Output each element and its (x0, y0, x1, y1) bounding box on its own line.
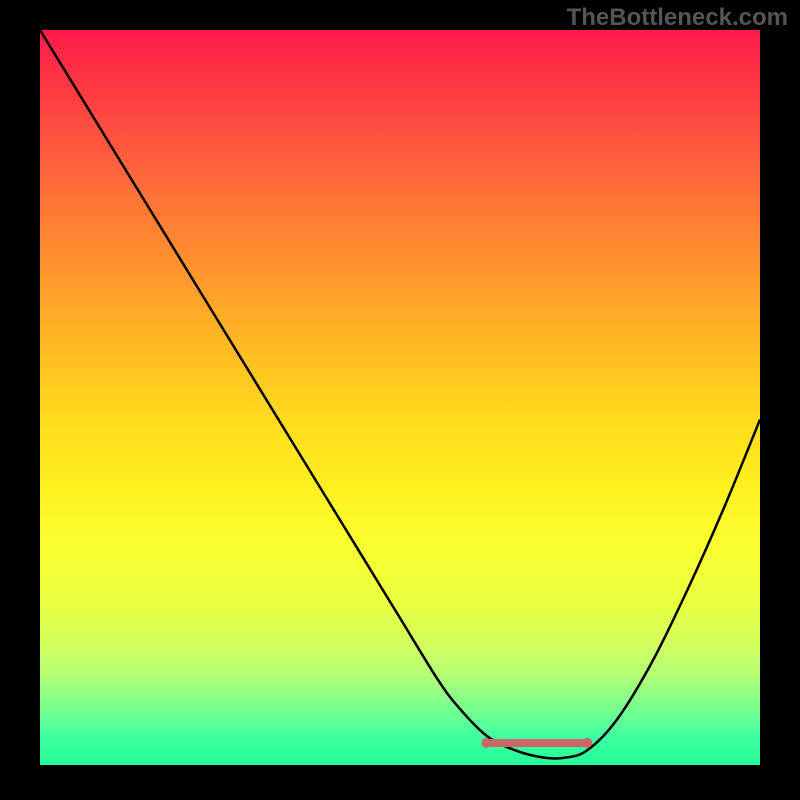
optimal-range-dot-left (481, 738, 491, 748)
optimal-range-dot-right (582, 738, 592, 748)
bottleneck-curve-line (40, 30, 760, 759)
plot-area (40, 30, 760, 765)
watermark-text: TheBottleneck.com (567, 4, 788, 32)
chart-svg (40, 30, 760, 765)
